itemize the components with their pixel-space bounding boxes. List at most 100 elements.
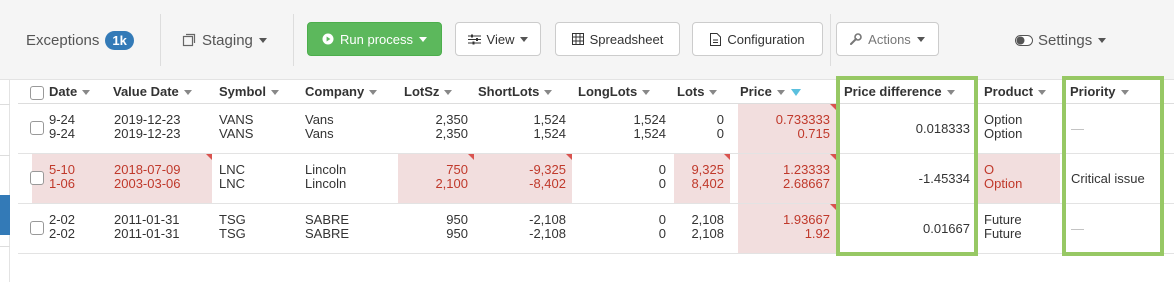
row-checkbox[interactable]	[30, 121, 44, 135]
table-row[interactable]: 2-02 2-02 2011-01-31 2011-01-31 TSG TSG SAB…	[18, 204, 1174, 254]
run-process-label: Run process	[340, 31, 413, 47]
chevron-down-icon	[418, 36, 427, 42]
cell-product: O Option	[984, 162, 1023, 191]
column-header-label: Symbol	[219, 84, 266, 99]
cell-shortlots: -9,325 -8,402	[529, 162, 566, 191]
staging-label: Staging	[202, 31, 253, 49]
error-marker-icon	[206, 154, 212, 160]
cell-price: 1.93667 1.92	[783, 212, 830, 241]
chevron-down-icon	[258, 37, 267, 43]
cell-date: 2-02 2-02	[49, 212, 76, 241]
cell-symbol: VANS VANS	[219, 112, 254, 141]
exceptions-label: Exceptions	[26, 31, 100, 49]
column-header-label: Product	[984, 84, 1034, 99]
column-header-lots[interactable]: Lots	[677, 80, 718, 104]
column-header-label: LongLots	[578, 84, 638, 99]
column-header-label: Price	[740, 84, 772, 99]
toolbar-divider	[160, 14, 161, 66]
staging-dropdown[interactable]: Staging	[182, 24, 267, 56]
cell-value-date: 2018-07-09 2003-03-06	[114, 162, 181, 191]
cell-company: Vans Vans	[305, 112, 334, 141]
toggle-icon	[1015, 34, 1033, 46]
divider	[0, 155, 10, 156]
highlight-priority-column	[1062, 76, 1164, 256]
column-header-date[interactable]: Date	[49, 80, 91, 104]
chevron-down-icon	[444, 90, 453, 96]
chevron-down-icon	[709, 90, 718, 96]
column-header-label: Value Date	[113, 84, 179, 99]
divider	[0, 246, 10, 247]
cell-lots: 00	[716, 112, 724, 141]
exceptions-count-badge: 1k	[105, 30, 134, 50]
spreadsheet-label: Spreadsheet	[589, 31, 664, 47]
file-icon	[710, 32, 722, 46]
cell-product: Future Future	[984, 212, 1022, 241]
cell-longlots: 00	[658, 162, 666, 191]
column-header-symbol[interactable]: Symbol	[219, 80, 279, 104]
cell-lotsz: 2,350 2,350	[435, 112, 468, 141]
cell-lots: 9,325 8,402	[691, 162, 724, 191]
settings-label: Settings	[1038, 31, 1093, 49]
run-process-button[interactable]: Run process	[307, 22, 442, 56]
column-header-product[interactable]: Product	[984, 80, 1047, 104]
cell-date: 5-10 1-06	[49, 162, 76, 191]
cell-value-date: 2019-12-23 2019-12-23	[114, 112, 181, 141]
chevron-down-icon	[270, 90, 279, 96]
cell-price: 0.733333 0.715	[775, 112, 830, 141]
toolbar-divider	[293, 14, 294, 66]
column-header-label: ShortLots	[478, 84, 540, 99]
column-header-label: Company	[305, 84, 365, 99]
select-all-checkbox[interactable]	[30, 86, 44, 100]
divider	[0, 104, 10, 105]
staging-icon	[182, 33, 196, 47]
chevron-down-icon	[520, 36, 529, 42]
chevron-down-icon	[776, 90, 785, 96]
actions-button[interactable]: Actions	[836, 22, 939, 56]
cell-price: 1.23333 2.68667	[783, 162, 830, 191]
cell-product: Option Option	[984, 112, 1023, 141]
cell-lotsz: 950 950	[446, 212, 468, 241]
filter-icon[interactable]	[790, 89, 801, 97]
grid-header: Date Value Date Symbol Company LotSz Sho…	[18, 80, 1174, 104]
column-header-label: Date	[49, 84, 78, 99]
chevron-down-icon	[1038, 90, 1047, 96]
sliders-icon	[467, 34, 481, 44]
cell-lots: 2,108 2,108	[691, 212, 724, 241]
column-header-price[interactable]: Price	[740, 80, 801, 104]
column-header-value-date[interactable]: Value Date	[113, 80, 192, 104]
cell-shortlots: 1,524 1,524	[533, 112, 566, 141]
chevron-down-icon	[544, 90, 553, 96]
row-checkbox[interactable]	[30, 171, 44, 185]
chevron-down-icon	[642, 90, 651, 96]
cell-shortlots: -2,108 -2,108	[529, 212, 566, 241]
chevron-down-icon	[1098, 37, 1107, 43]
cell-date: 9-24 9-24	[49, 112, 76, 141]
table-row[interactable]: 5-10 1-06 2018-07-09 2003-03-06 LNC LNC Lin…	[18, 154, 1174, 204]
spreadsheet-button[interactable]: Spreadsheet	[555, 22, 680, 56]
exceptions-tab[interactable]: Exceptions 1k	[26, 24, 134, 56]
column-header-label: LotSz	[404, 84, 440, 99]
toolbar-divider	[830, 14, 831, 66]
column-header-shortlots[interactable]: ShortLots	[478, 80, 553, 104]
column-header-longlots[interactable]: LongLots	[578, 80, 651, 104]
cell-symbol: TSG TSG	[219, 212, 246, 241]
column-header-company[interactable]: Company	[305, 80, 378, 104]
cell-longlots: 1,524 1,524	[633, 112, 666, 141]
settings-dropdown[interactable]: Settings	[1015, 24, 1107, 56]
wrench-icon	[850, 33, 862, 45]
selected-indicator	[0, 195, 10, 235]
column-header-lotsz[interactable]: LotSz	[404, 80, 453, 104]
view-label: View	[486, 31, 515, 47]
toolbar: Exceptions 1k Staging Run process View S…	[0, 0, 1174, 80]
configuration-button[interactable]: Configuration	[692, 22, 823, 56]
table-icon	[571, 33, 584, 45]
table-row[interactable]: 9-24 9-24 2019-12-23 2019-12-23 VANS VANS V…	[18, 104, 1174, 154]
view-button[interactable]: View	[455, 22, 541, 56]
cell-symbol: LNC LNC	[219, 162, 246, 191]
configuration-label: Configuration	[727, 31, 805, 47]
error-marker-icon	[566, 154, 572, 160]
cell-company: Lincoln Lincoln	[305, 162, 347, 191]
cell-value-date: 2011-01-31 2011-01-31	[114, 212, 180, 241]
row-checkbox[interactable]	[30, 221, 44, 235]
highlight-price-difference-column	[836, 76, 978, 256]
